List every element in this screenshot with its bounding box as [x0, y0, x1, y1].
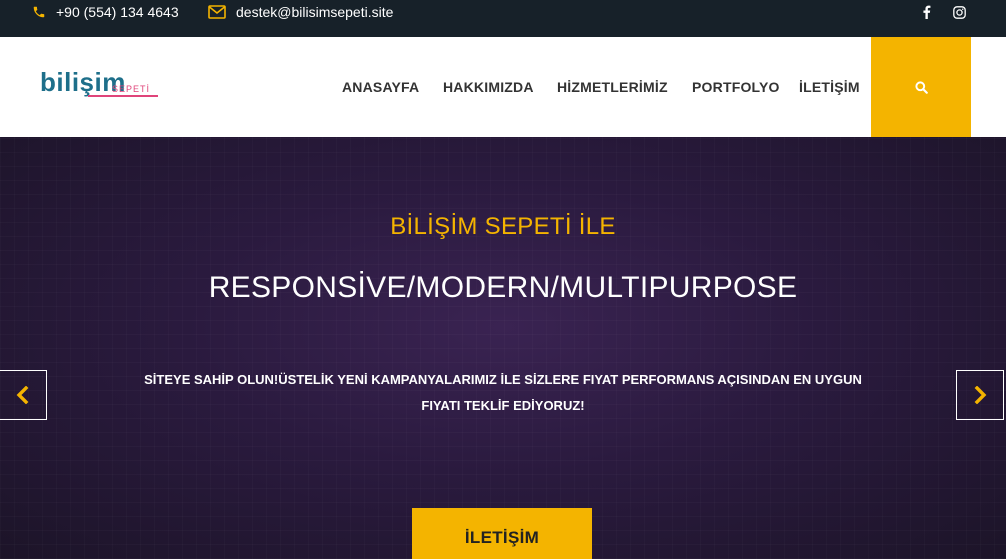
top-bar: +90 (554) 134 4643 destek@bilisimsepeti.…: [0, 0, 1006, 37]
main-header: bilişim SEPETİ ANASAYFA HAKKIMIZDA HİZME…: [0, 37, 1006, 137]
contact-cta-button[interactable]: İLETİŞİM: [412, 508, 592, 559]
email-address: destek@bilisimsepeti.site: [236, 3, 394, 20]
phone-number: +90 (554) 134 4643: [56, 3, 179, 20]
nav-item-contact[interactable]: İLETİŞİM: [799, 37, 860, 137]
topbar-phone[interactable]: +90 (554) 134 4643: [32, 0, 179, 23]
slider-next-button[interactable]: [956, 370, 1004, 420]
hero-description: SİTEYE SAHİP OLUN!ÜSTELİK YENİ KAMPANYAL…: [143, 367, 863, 419]
nav-item-portfolio[interactable]: PORTFOLYO: [692, 37, 780, 137]
facebook-icon[interactable]: [918, 4, 934, 20]
hero-description-line2: FIYATI TEKLİF EDİYORUZ!: [421, 398, 585, 413]
logo-sub-text: SEPETİ: [112, 84, 151, 94]
chevron-left-icon: [16, 386, 29, 404]
hero-slider: BİLİŞİM SEPETİ İLE RESPONSİVE/MODERN/MUL…: [0, 137, 1006, 559]
search-button[interactable]: [871, 37, 971, 137]
topbar-email[interactable]: destek@bilisimsepeti.site: [208, 0, 393, 23]
chevron-right-icon: [974, 386, 987, 404]
hero-title: RESPONSİVE/MODERN/MULTIPURPOSE: [208, 271, 798, 304]
nav-item-about[interactable]: HAKKIMIZDA: [443, 37, 534, 137]
search-icon: [914, 80, 928, 94]
site-logo[interactable]: bilişim SEPETİ: [40, 67, 164, 101]
hero-subtitle: BİLİŞİM SEPETİ İLE: [390, 213, 616, 240]
nav-item-services[interactable]: HİZMETLERİMİZ: [557, 37, 668, 137]
logo-underline: [88, 95, 158, 97]
envelope-icon: [208, 4, 226, 19]
phone-icon: [33, 6, 45, 17]
hero-description-line1: SİTEYE SAHİP OLUN!ÜSTELİK YENİ KAMPANYAL…: [144, 372, 862, 387]
nav-item-home[interactable]: ANASAYFA: [342, 37, 419, 137]
instagram-icon[interactable]: [951, 4, 967, 20]
slider-prev-button[interactable]: [0, 370, 47, 420]
